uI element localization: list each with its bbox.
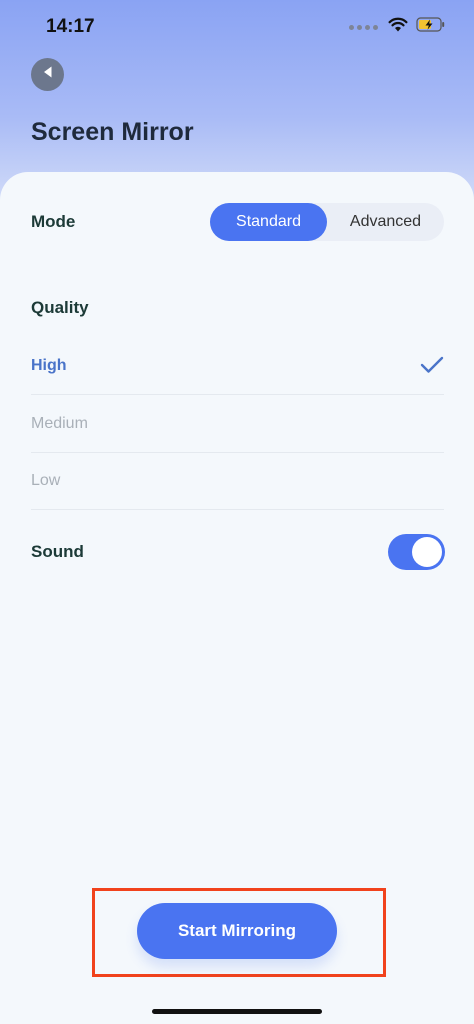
- status-bar: 14:17: [0, 0, 474, 54]
- battery-charging-icon: [416, 17, 446, 37]
- quality-option-label: High: [31, 357, 67, 374]
- quality-option-label: Low: [31, 472, 61, 489]
- home-indicator: [152, 1009, 322, 1014]
- quality-option-medium[interactable]: Medium: [31, 396, 444, 453]
- quality-option-low[interactable]: Low: [31, 453, 444, 510]
- cellular-signal-icon: [349, 24, 378, 30]
- status-icons: [349, 17, 446, 37]
- quality-option-label: Medium: [31, 415, 88, 432]
- back-arrow-icon: [42, 65, 54, 84]
- mode-segmented-control: Standard Advanced: [210, 203, 444, 241]
- check-icon: [420, 356, 444, 379]
- quality-option-high[interactable]: High: [31, 338, 444, 395]
- back-button[interactable]: [31, 58, 64, 91]
- wifi-icon: [388, 17, 408, 37]
- status-time: 14:17: [46, 16, 95, 37]
- sound-toggle[interactable]: [388, 534, 445, 570]
- mode-label: Mode: [31, 212, 76, 231]
- mode-advanced-button[interactable]: Advanced: [327, 203, 444, 241]
- quality-label: Quality: [31, 298, 89, 317]
- sound-label: Sound: [31, 542, 84, 561]
- page-title: Screen Mirror: [31, 118, 194, 146]
- mode-standard-button[interactable]: Standard: [210, 203, 327, 241]
- toggle-knob: [412, 537, 442, 567]
- start-mirroring-button[interactable]: Start Mirroring: [137, 903, 337, 959]
